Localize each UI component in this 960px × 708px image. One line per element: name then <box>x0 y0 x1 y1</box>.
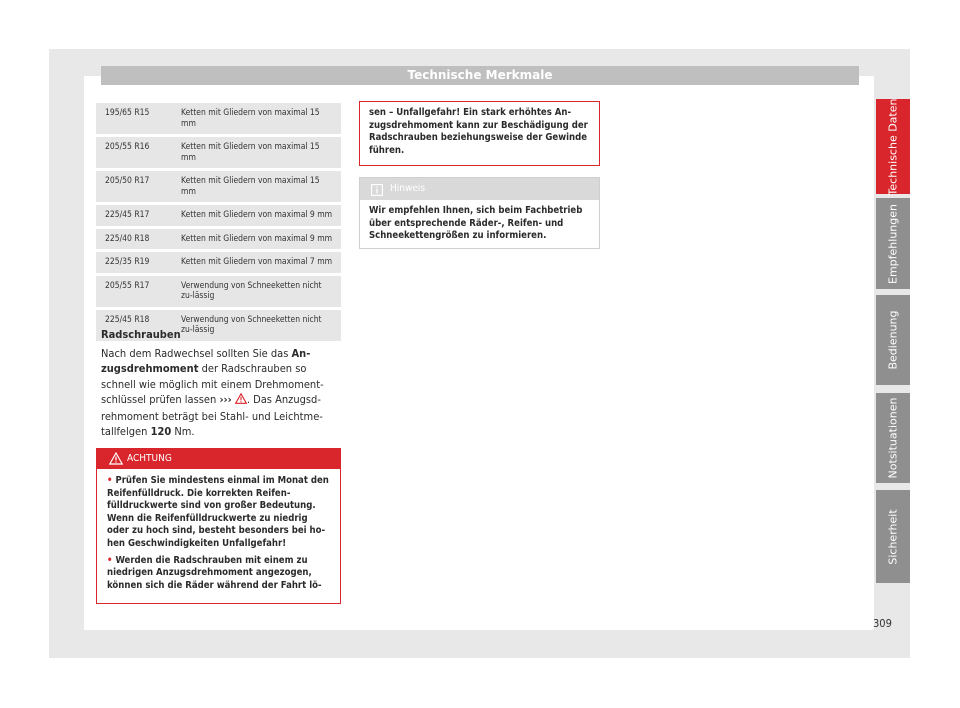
tab-label: Empfehlungen <box>886 203 900 284</box>
tire-size-cell: 225/45 R17 <box>105 210 150 220</box>
table-row: 225/45 R17 Ketten mit Gliedern von maxima… <box>96 205 341 226</box>
tab-sicherheit[interactable]: Sicherheit <box>876 490 910 583</box>
warning-triangle-icon <box>234 392 248 408</box>
warning-label: ACHTUNG <box>127 453 172 464</box>
note-header: Hinweis <box>360 178 599 200</box>
warning-box: ACHTUNG • Prüfen Sie mindestens einmal i… <box>96 448 341 604</box>
warning-item: • Werden die Radschrauben mit einem zu n… <box>107 555 332 593</box>
page-header-title: Technische Merkmale <box>101 66 859 85</box>
tab-bedienung[interactable]: Bedienung <box>876 295 910 385</box>
chain-note-cell: Ketten mit Gliedern von maximal 9 mm <box>181 233 333 244</box>
warning-header: ACHTUNG <box>97 449 340 469</box>
table-row: 225/40 R18 Ketten mit Gliedern von maxima… <box>96 228 341 249</box>
chain-note-cell: Ketten mit Gliedern von maximal 7 mm <box>181 257 333 267</box>
table-row: 205/55 R17 Verwendung von Schneeketten ni… <box>96 275 341 307</box>
bullet-icon: • <box>107 475 113 486</box>
table-row: 225/35 R19 Ketten mit Gliedern von maxima… <box>96 252 341 273</box>
warning-item: • Prüfen Sie mindestens einmal im Monat … <box>107 475 332 551</box>
tab-label: Notsituationen <box>886 397 900 479</box>
chain-note-cell: Ketten mit Gliedern von maximal 15 mm <box>181 108 320 129</box>
note-text: Wir empfehlen Ihnen, sich beim Fachbetri… <box>369 205 583 242</box>
tire-size-cell: 205/55 R17 <box>105 280 150 291</box>
reference-arrows: ››› <box>219 393 232 407</box>
table-row: 205/55 R16 Ketten mit Gliedern von maxima… <box>96 137 341 168</box>
table-row: 195/65 R15 Ketten mit Gliedern von maxima… <box>96 103 341 134</box>
chain-note-cell: Ketten mit Gliedern von maximal 15 mm <box>181 142 320 163</box>
body-text-part: Nm. <box>171 425 195 439</box>
note-box: Hinweis Wir empfehlen Ihnen, sich beim F… <box>359 177 600 249</box>
chain-note-cell: Ketten mit Gliedern von maximal 9 mm <box>181 210 333 220</box>
info-icon <box>371 183 383 205</box>
warning-item-text: Prüfen Sie mindestens einmal im Monat de… <box>107 475 329 549</box>
torque-value: 120 <box>150 425 172 439</box>
tab-notsituationen[interactable]: Notsituationen <box>876 393 910 483</box>
tire-size-cell: 225/35 R19 <box>105 257 150 267</box>
section-title: Radschrauben <box>101 328 181 341</box>
tab-label: Technische Daten <box>886 98 900 195</box>
warning-triangle-icon <box>108 451 124 473</box>
table-row: 205/50 R17 Ketten mit Gliedern von maxima… <box>96 171 341 202</box>
snow-chain-table: 195/65 R15 Ketten mit Gliedern von maxima… <box>96 103 341 341</box>
warning-continuation-box: sen – Unfallgefahr! Ein stark erhöhtes A… <box>359 101 600 166</box>
note-label: Hinweis <box>390 183 426 194</box>
chain-note-cell: Ketten mit Gliedern von maximal 15 mm <box>181 176 320 197</box>
tire-size-cell: 195/65 R15 <box>105 108 150 118</box>
tab-label: Sicherheit <box>886 508 900 565</box>
warning-body: • Prüfen Sie mindestens einmal im Monat … <box>97 469 340 592</box>
body-text-part: Nach dem Radwechsel sollten Sie das <box>101 347 292 360</box>
warning-item-text: Werden die Radschrauben mit einem zu nie… <box>107 554 322 591</box>
tire-size-cell: 225/40 R18 <box>105 233 150 244</box>
bullet-icon: • <box>107 554 113 566</box>
chain-note-cell: Verwendung von Schneeketten nicht zu-läs… <box>181 314 322 336</box>
section-body-text: Nach dem Radwechsel sollten Sie das An-z… <box>101 346 341 439</box>
tab-label: Bedienung <box>886 310 900 370</box>
tire-size-cell: 205/50 R17 <box>105 176 150 186</box>
warning-continuation-text: sen – Unfallgefahr! Ein stark erhöhtes A… <box>369 107 588 156</box>
tire-size-cell: 205/55 R16 <box>105 142 150 152</box>
tab-technische-daten[interactable]: Technische Daten <box>876 98 910 195</box>
tab-empfehlungen[interactable]: Empfehlungen <box>876 198 910 289</box>
chain-note-cell: Verwendung von Schneeketten nicht zu-läs… <box>181 280 322 302</box>
page-number: 309 <box>873 617 892 630</box>
